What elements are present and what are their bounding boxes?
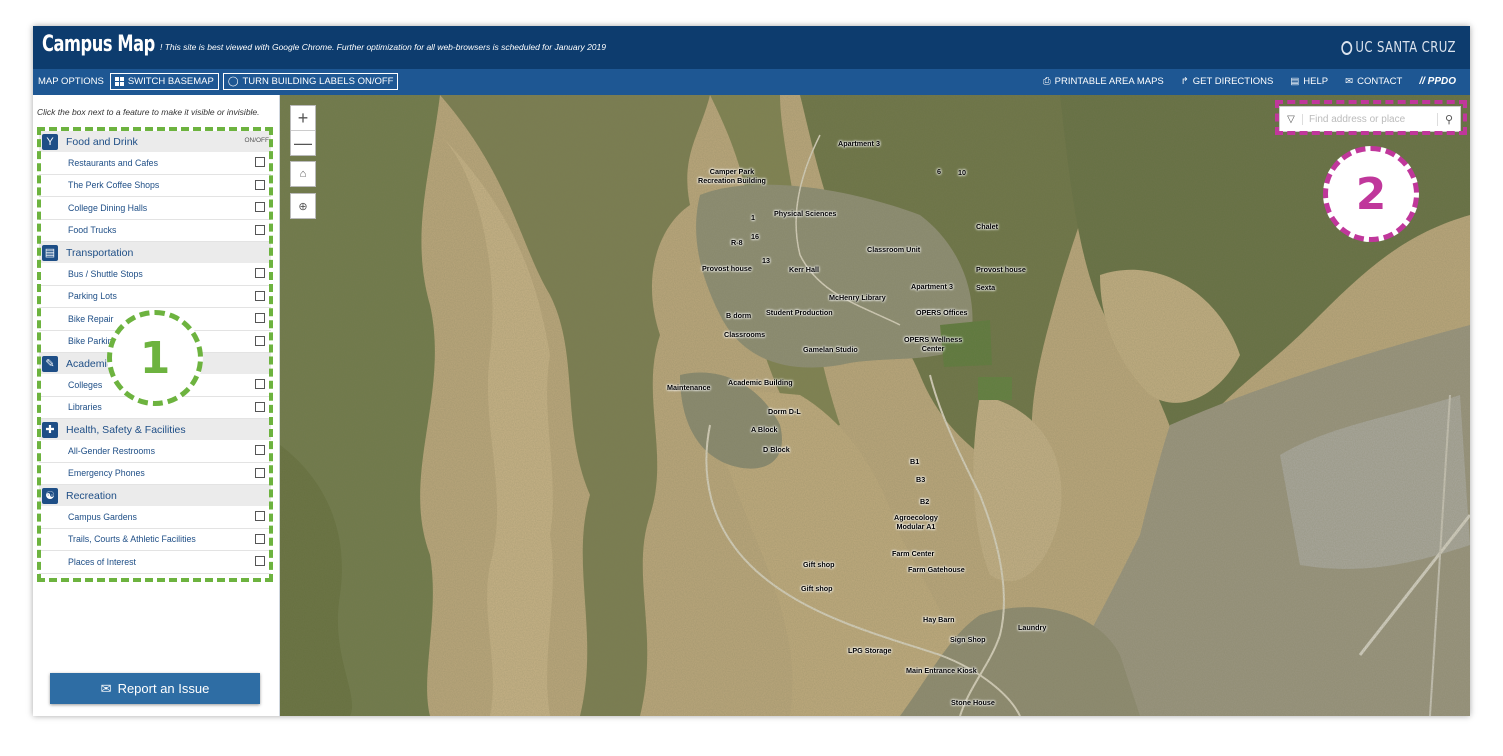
contact-link[interactable]: ✉ CONTACT (1345, 76, 1402, 87)
printer-icon: ⎙ (1043, 76, 1051, 87)
help-link[interactable]: ▤ HELP (1290, 76, 1328, 87)
building-label[interactable]: Gamelan Studio (803, 345, 858, 354)
printable-maps-link[interactable]: ⎙ PRINTABLE AREA MAPS (1043, 76, 1164, 87)
home-button[interactable]: ⌂ (290, 161, 316, 187)
app-window: Campus Map ! This site is best viewed wi… (33, 26, 1470, 716)
map-view[interactable]: + — ⌂ ⊕ ▽ ⚲ Apartment 3Camper Park Recre… (280, 95, 1470, 716)
report-issue-button[interactable]: ✉ Report an Issue (50, 673, 260, 704)
building-label[interactable]: B dorm (726, 311, 751, 320)
locate-button[interactable]: ⊕ (290, 193, 316, 219)
map-options-label: MAP OPTIONS (38, 76, 104, 87)
ppdo-link[interactable]: // PPDO (1419, 76, 1456, 87)
building-label[interactable]: R-8 (731, 238, 743, 247)
building-label[interactable]: D Block (763, 445, 790, 454)
switch-basemap-button[interactable]: SWITCH BASEMAP (109, 73, 219, 90)
printable-maps-label: PRINTABLE AREA MAPS (1054, 76, 1164, 87)
building-label[interactable]: Maintenance (667, 383, 711, 392)
building-label[interactable]: Laundry (1018, 623, 1046, 632)
uc-santa-cruz-logo[interactable]: UC SANTA CRUZ (1341, 38, 1456, 56)
building-label[interactable]: Apartment 3 (911, 282, 953, 291)
tag-icon: ◯ (227, 76, 239, 87)
document-icon: ▤ (1290, 76, 1300, 87)
building-label[interactable]: Physical Sciences (774, 209, 836, 218)
building-label[interactable]: 10 (958, 168, 966, 177)
building-label[interactable]: Sexta (976, 283, 995, 292)
home-icon: ⌂ (299, 168, 307, 180)
building-label[interactable]: Camper Park Recreation Building (698, 167, 766, 185)
building-label[interactable]: 6 (937, 167, 941, 176)
brand-text: UC SANTA CRUZ (1355, 38, 1456, 56)
building-label[interactable]: Academic Building (728, 378, 793, 387)
zoom-control: + — (290, 105, 316, 156)
building-label[interactable]: Main Entrance Kiosk (906, 666, 977, 675)
building-label[interactable]: Stone House (951, 698, 995, 707)
building-label[interactable]: A Block (751, 425, 778, 434)
building-label[interactable]: Gift shop (801, 584, 833, 593)
building-label[interactable]: Apartment 3 (838, 139, 880, 148)
directions-label: GET DIRECTIONS (1192, 76, 1274, 87)
annotation-badge-2: 2 (1323, 146, 1419, 242)
building-label[interactable]: Classrooms (724, 330, 765, 339)
building-labels-label: TURN BUILDING LABELS ON/OFF (242, 76, 394, 87)
building-label[interactable]: Provost house (976, 265, 1026, 274)
building-label[interactable]: McHenry Library (829, 293, 886, 302)
aerial-imagery (280, 95, 1470, 716)
envelope-icon: ✉ (100, 680, 112, 696)
building-label[interactable]: Agroecology Modular A1 (894, 513, 938, 531)
building-label[interactable]: Gift shop (803, 560, 835, 569)
envelope-icon: ✉ (1345, 76, 1354, 87)
building-label[interactable]: 1 (751, 213, 755, 222)
building-label[interactable]: OPERS Wellness Center (904, 335, 962, 353)
building-label[interactable]: B1 (910, 457, 919, 466)
building-label[interactable]: LPG Storage (848, 646, 892, 655)
building-label[interactable]: OPERS Offices (916, 308, 968, 317)
crosshair-icon: ⊕ (298, 200, 308, 213)
directions-link[interactable]: ↱ GET DIRECTIONS (1181, 76, 1274, 87)
building-label[interactable]: Hay Barn (923, 615, 955, 624)
building-label[interactable]: 16 (751, 232, 759, 241)
contact-label: CONTACT (1357, 76, 1403, 87)
app-title[interactable]: Campus Map (42, 32, 155, 57)
annotation-box-search (1275, 100, 1467, 135)
building-label[interactable]: Kerr Hall (789, 265, 819, 274)
building-label[interactable]: Dorm D-L (768, 407, 801, 416)
building-label[interactable]: B3 (916, 475, 925, 484)
building-label[interactable]: Student Production (766, 308, 833, 317)
building-label[interactable]: B2 (920, 497, 929, 506)
building-label[interactable]: Farm Center (892, 549, 934, 558)
building-label[interactable]: 13 (762, 256, 770, 265)
basemap-grid-icon (114, 77, 124, 86)
zoom-out-button[interactable]: — (291, 130, 315, 155)
building-label[interactable]: Provost house (702, 264, 752, 273)
browser-notice: ! This site is best viewed with Google C… (160, 42, 606, 52)
building-labels-button[interactable]: ◯ TURN BUILDING LABELS ON/OFF (222, 73, 399, 90)
directions-arrow-icon: ↱ (1180, 76, 1189, 87)
building-label[interactable]: Classroom Unit (867, 245, 920, 254)
toolbar: MAP OPTIONS SWITCH BASEMAP ◯ TURN BUILDI… (33, 69, 1470, 95)
zoom-in-button[interactable]: + (291, 106, 315, 130)
switch-basemap-label: SWITCH BASEMAP (127, 76, 214, 87)
seal-icon (1341, 41, 1353, 55)
sidebar-hint: Click the box next to a feature to make … (37, 107, 260, 117)
report-issue-label: Report an Issue (117, 681, 210, 696)
annotation-badge-1: 1 (107, 310, 203, 406)
building-label[interactable]: Sign Shop (950, 635, 986, 644)
header-bar: Campus Map ! This site is best viewed wi… (33, 26, 1470, 69)
building-label[interactable]: Farm Gatehouse (908, 565, 965, 574)
building-label[interactable]: Chalet (976, 222, 998, 231)
help-label: HELP (1303, 76, 1329, 87)
